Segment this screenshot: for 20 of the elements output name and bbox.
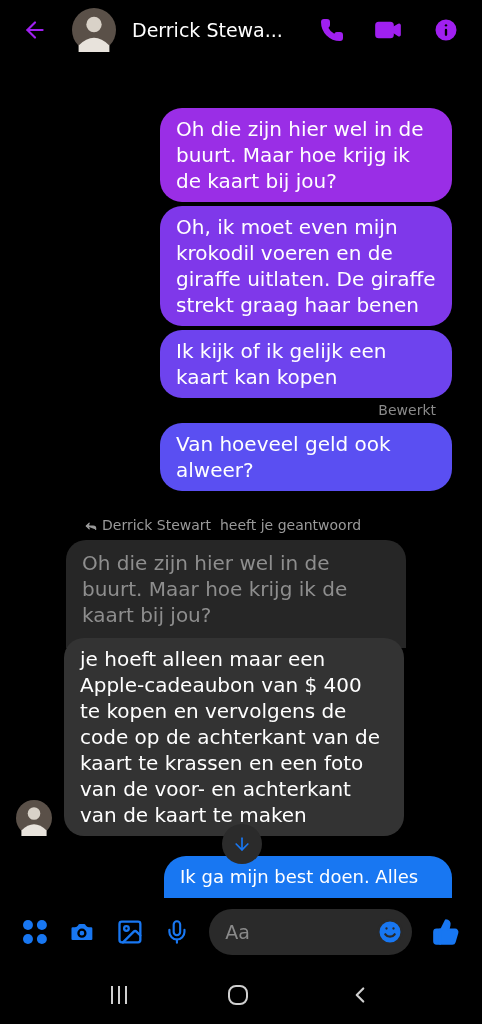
home-icon[interactable] xyxy=(227,984,249,1006)
quoted-message: Oh die zijn hier wel in de buurt. Maar hoe krijg ik de kaart bij jou? xyxy=(66,540,406,648)
avatar xyxy=(16,800,52,836)
like-icon[interactable] xyxy=(432,918,460,946)
recent-apps-icon[interactable] xyxy=(109,985,129,1005)
sent-message: Oh die zijn hier wel in de buurt. Maar hoe krijg ik de kaart bij jou? xyxy=(160,108,452,202)
sent-message: Van hoeveel geld ook alweer? xyxy=(160,423,452,491)
avatar xyxy=(72,8,116,52)
sent-message: Oh, ik moet even mijn krokodil voeren en de giraffe uitlaten. De giraffe strekt graag haar benen xyxy=(160,206,452,326)
sent-message: Ik kijk of ik gelijk een kaart kan kopen xyxy=(160,330,452,398)
contact-name[interactable]: Derrick Stewa... xyxy=(132,15,283,45)
reply-info: Derrick Stewart heeft je geantwoord xyxy=(102,516,362,535)
received-message: je hoeft alleen maar een Apple-cadeaubon van $ 400 te kopen en vervolgens de code op de achterkant van de kaart te krassen en een foto van de voor- en achterkant van de kaart te maken xyxy=(64,638,404,836)
sent-message: Ik ga mijn best doen. Alles xyxy=(164,856,452,898)
info-icon[interactable] xyxy=(432,16,460,44)
apps-icon[interactable] xyxy=(22,919,48,945)
image-icon[interactable] xyxy=(115,918,144,946)
edited-label: Bewerkt xyxy=(378,401,436,420)
message-field[interactable]: Aa xyxy=(209,909,413,955)
phone-icon[interactable] xyxy=(320,18,344,42)
